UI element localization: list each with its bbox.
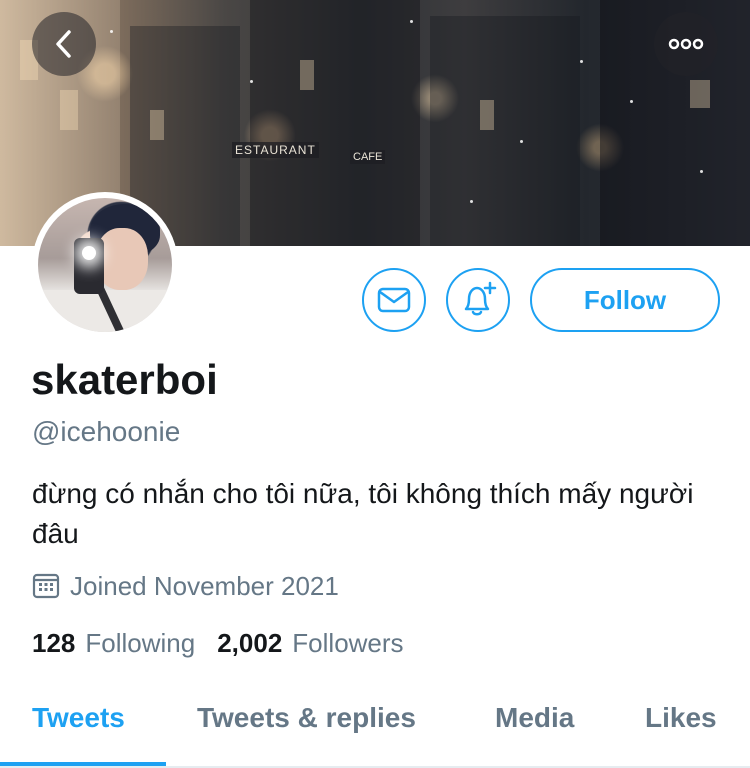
tab-tweets-replies[interactable]: Tweets & replies <box>197 702 416 734</box>
snow-dot <box>580 60 583 63</box>
envelope-icon <box>377 287 411 313</box>
snow-dot <box>630 100 633 103</box>
banner-window <box>60 90 78 130</box>
profile-tabs: Tweets Tweets & replies Media Likes <box>0 692 750 768</box>
back-button[interactable] <box>32 12 96 76</box>
follow-stats: 128 Following 2,002 Followers <box>32 628 426 659</box>
banner-window <box>300 60 314 90</box>
bell-plus-icon <box>464 281 497 316</box>
snow-dot <box>250 80 253 83</box>
banner-sign: ESTAURANT <box>232 142 319 158</box>
message-button[interactable] <box>362 268 426 332</box>
following-label: Following <box>85 628 196 658</box>
followers-label: Followers <box>292 628 404 658</box>
notifications-button[interactable] <box>446 268 510 332</box>
profile-bio: đừng có nhắn cho tôi nữa, tôi không thíc… <box>32 478 694 549</box>
followers-stat[interactable]: 2,002 Followers <box>217 628 403 659</box>
more-options-button[interactable] <box>654 12 718 76</box>
tab-likes[interactable]: Likes <box>645 702 717 734</box>
banner-window <box>690 80 710 108</box>
followers-count: 2,002 <box>217 628 283 658</box>
snow-dot <box>520 140 523 143</box>
banner-window <box>480 100 494 130</box>
avatar-flash <box>82 246 96 260</box>
chevron-left-icon <box>56 30 71 58</box>
snow-dot <box>410 20 413 23</box>
ellipsis-icon <box>668 38 704 50</box>
banner-building <box>250 0 420 246</box>
snow-dot <box>110 30 113 33</box>
following-count: 128 <box>32 628 76 658</box>
tab-tweets[interactable]: Tweets <box>32 702 125 734</box>
banner-window <box>150 110 164 140</box>
display-name: skaterboi <box>31 356 218 403</box>
calendar-icon <box>32 573 60 599</box>
snow-dot <box>470 200 473 203</box>
banner-building <box>430 16 580 246</box>
tab-media[interactable]: Media <box>495 702 574 734</box>
avatar-photo <box>38 198 172 332</box>
following-stat[interactable]: 128 Following <box>32 628 195 659</box>
follow-button[interactable]: Follow <box>530 268 720 332</box>
joined-date: Joined November 2021 <box>32 566 339 606</box>
banner-sign: CAFE <box>350 150 386 164</box>
avatar[interactable] <box>32 192 178 338</box>
snow-dot <box>700 170 703 173</box>
joined-label: Joined November 2021 <box>70 570 339 601</box>
user-handle: @icehoonie <box>32 416 181 447</box>
